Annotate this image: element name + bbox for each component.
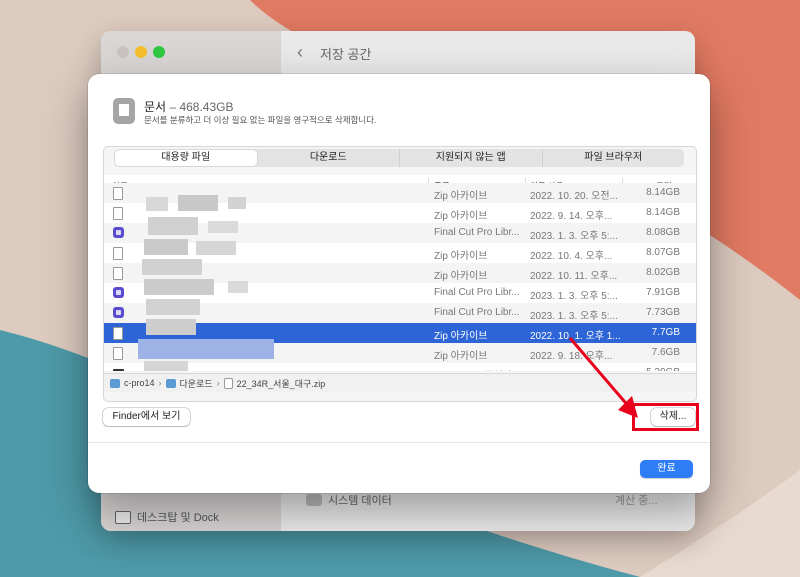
system-data-icon xyxy=(306,494,322,506)
file-size: 8.14GB xyxy=(646,207,680,218)
file-type: Zip 아카이브 xyxy=(434,211,488,222)
zoom-window-button[interactable] xyxy=(153,46,165,58)
settings-pane-title: 저장 공간 xyxy=(320,47,372,62)
tab-large-files[interactable]: 대용량 파일 xyxy=(115,150,257,166)
file-type: Final Cut Pro Libr... xyxy=(434,307,520,318)
last-used: 2023. 1. 3. 오후 5:... xyxy=(530,231,618,242)
path-item[interactable]: c-pro14 xyxy=(124,378,155,388)
dialog-title-size: – 468.43GB xyxy=(169,100,234,114)
file-icon xyxy=(113,327,123,340)
file-type: Zip 아카이브 xyxy=(434,251,488,262)
documents-dialog: 문서 – 468.43GB 문서를 분류하고 더 이상 필요 없는 파일을 영구… xyxy=(88,74,710,493)
file-icon xyxy=(113,347,123,360)
file-type: Zip 아카이브 xyxy=(434,271,488,282)
system-data-label: 시스템 데이터 xyxy=(328,495,392,507)
tab-downloads[interactable]: 다운로드 xyxy=(258,149,400,167)
file-icon xyxy=(113,187,123,200)
last-used: 2022. 10. 20. 오전... xyxy=(530,191,618,202)
divider xyxy=(88,442,710,443)
zip-file-icon xyxy=(223,377,233,389)
dialog-subtitle: 문서를 분류하고 더 이상 필요 없는 파일을 영구적으로 삭제합니다. xyxy=(144,115,377,125)
minimize-window-button[interactable] xyxy=(135,46,147,58)
last-used: 2022. 10. 11. 오후... xyxy=(530,271,618,282)
downloads-folder-icon xyxy=(165,378,176,388)
back-chevron-icon[interactable]: ‹ xyxy=(297,42,303,63)
final-cut-library-icon xyxy=(113,287,124,298)
path-item[interactable]: 다운로드 xyxy=(180,377,213,390)
file-type: Final Cut Pro Libr... xyxy=(434,287,520,298)
file-size: 8.08GB xyxy=(646,227,680,238)
file-type: Zip 아카이브 xyxy=(434,351,488,362)
computer-icon xyxy=(110,378,120,388)
file-size: 8.07GB xyxy=(646,247,680,258)
file-type: Final Cut Pro Libr... xyxy=(434,227,520,238)
show-in-finder-button[interactable]: Finder에서 보기 xyxy=(103,408,190,426)
file-icon xyxy=(113,207,123,220)
annotation-arrow-icon xyxy=(568,337,638,418)
final-cut-library-icon xyxy=(113,307,124,318)
dialog-title-text: 문서 xyxy=(144,100,167,114)
desktop-dock-icon xyxy=(115,510,131,524)
last-used: 2022. 10. 4. 오후... xyxy=(530,251,613,262)
system-data-row: 시스템 데이터 xyxy=(306,492,392,508)
movie-file-icon xyxy=(113,369,124,371)
file-size: 8.14GB xyxy=(646,187,680,198)
path-separator-icon: › xyxy=(158,378,162,388)
file-size: 8.02GB xyxy=(646,267,680,278)
file-type: Zip 아카이브 xyxy=(434,331,488,342)
close-window-button[interactable] xyxy=(117,46,129,58)
redacted-filenames-mosaic xyxy=(138,175,308,371)
last-used: 2022. 9. 14. 오후... xyxy=(530,211,613,222)
sidebar-item-label: 데스크탑 및 Dock xyxy=(137,512,219,524)
file-icon xyxy=(113,247,123,260)
last-used: 2023. 1. 3. 오후 5:... xyxy=(530,291,618,302)
segmented-tabs: 대용량 파일 다운로드 지원되지 않는 앱 파일 브라우저 xyxy=(114,149,684,167)
calculating-status: 계산 중... xyxy=(615,495,658,507)
last-used: 2023. 1. 3. 오후 5:... xyxy=(530,311,618,322)
path-item[interactable]: 22_34R_서울_대구.zip xyxy=(237,377,326,390)
final-cut-library-icon xyxy=(113,227,124,238)
done-button[interactable]: 완료 xyxy=(640,460,693,478)
file-icon xyxy=(113,267,123,280)
file-size: 7.73GB xyxy=(646,307,680,318)
path-separator-icon: › xyxy=(216,378,220,388)
file-size: 7.91GB xyxy=(646,287,680,298)
dialog-title: 문서 – 468.43GB xyxy=(144,98,234,115)
tab-unsupported-apps[interactable]: 지원되지 않는 앱 xyxy=(400,149,543,167)
sidebar-item-desktop-dock[interactable]: 데스크탑 및 Dock xyxy=(115,509,219,525)
file-type: Zip 아카이브 xyxy=(434,191,488,202)
file-type: QuickTime 동영상 xyxy=(434,367,512,371)
tab-file-browser[interactable]: 파일 브라우저 xyxy=(543,149,685,167)
document-icon xyxy=(113,98,135,124)
